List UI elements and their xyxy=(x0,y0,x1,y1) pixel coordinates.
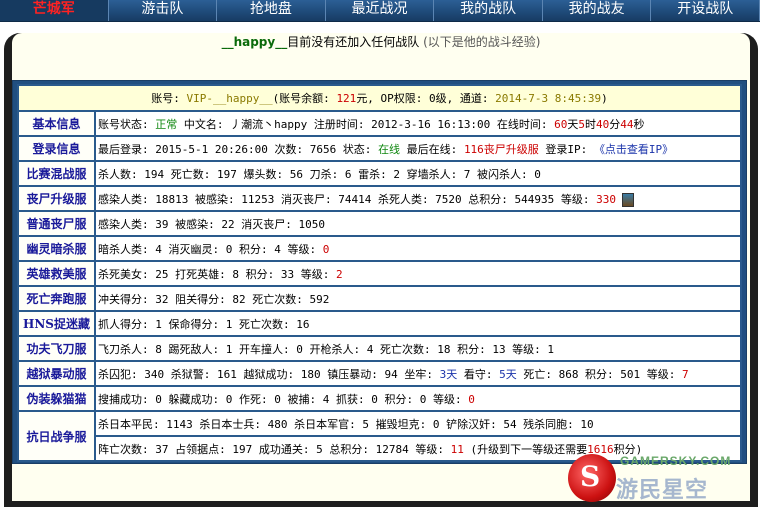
watermark-logo-letter: S xyxy=(580,460,601,493)
player-nick[interactable]: __happy__ xyxy=(222,35,288,49)
last-server: 116丧尸升级服 xyxy=(463,142,539,156)
table-row: 功夫飞刀服 飞刀杀人: 8 踢死敌人: 1 开车撞人: 0 开枪杀人: 4 死亡… xyxy=(19,337,740,360)
row-label-kungfu: 功夫飞刀服 xyxy=(19,337,94,360)
row-label-death: 死亡奔跑服 xyxy=(19,287,94,310)
war2-text-a: 阵亡次数: 37 占领据点: 197 成功通关: 5 总积分: 12784 等级… xyxy=(98,442,451,456)
login-text-c: 登录IP: xyxy=(538,142,594,156)
jail-text-c: 死亡: 868 积分: 501 等级: xyxy=(516,367,683,381)
account-vip: VIP-__happy__ xyxy=(186,92,273,105)
rank-avatar-icon xyxy=(622,192,635,207)
table-row: HNS捉迷藏 抓人得分: 1 保命得分: 1 死亡次数: 16 xyxy=(19,312,740,335)
account-cell: 账号: VIP-__happy__(账号余额: 121元, OP权限: 0级, … xyxy=(19,86,740,110)
online-days: 60 xyxy=(554,117,568,131)
balance-prefix: (账号余额: xyxy=(272,92,337,105)
table-row: 越狱暴动服 杀囚犯: 340 杀狱警: 161 越狱成功: 180 镇压暴动: … xyxy=(19,362,740,385)
table-row: 丧尸升级服 感染人类: 18813 被感染: 11253 消灭丧尸: 74414… xyxy=(19,187,740,210)
headline-note: (以下是他的战斗经验) xyxy=(423,35,541,49)
hero-text: 杀死美女: 25 打死英雄: 8 积分: 33 等级: xyxy=(98,267,336,281)
table-row: 比赛混战服 杀人数: 194 死亡数: 197 爆头数: 56 刀杀: 6 雷杀… xyxy=(19,162,740,185)
view-ip-link[interactable]: 《点击查看IP》 xyxy=(594,143,673,156)
nav-item-guerrilla[interactable]: 游击队 xyxy=(109,0,218,21)
balance-suffix: 元, OP权限: 0级, 通道: xyxy=(356,92,496,105)
row-label-zombie: 丧尸升级服 xyxy=(19,187,94,210)
zombie-text: 感染人类: 18813 被感染: 11253 消灭丧尸: 74414 杀死人类:… xyxy=(98,192,597,206)
watermark-name: 游民星空 xyxy=(616,478,709,503)
account-prefix: 账号: xyxy=(151,92,187,105)
cat-text: 搜捕成功: 0 躲藏成功: 0 作死: 0 被捕: 4 抓获: 0 积分: 0 … xyxy=(98,392,469,406)
row-value-hero: 杀死美女: 25 打死英雄: 8 积分: 33 等级: 2 xyxy=(96,262,740,285)
jail-text-b: 看守: xyxy=(457,367,500,381)
row-label-cat: 伪装躲猫猫 xyxy=(19,387,94,410)
stats-table: 账号: VIP-__happy__(账号余额: 121元, OP权限: 0级, … xyxy=(17,84,742,462)
online-minutes: 40 xyxy=(596,117,610,131)
row-value-ghost: 暗杀人类: 4 消灭幽灵: 0 积分: 4 等级: 0 xyxy=(96,237,740,260)
row-value-normal-zombie: 感染人类: 39 被感染: 22 消灭丧尸: 1050 xyxy=(96,212,740,235)
row-label-war: 抗日战争服 xyxy=(19,412,94,460)
top-nav: 芒城军 游击队 抢地盘 最近战况 我的战队 我的战友 开设战队 xyxy=(0,0,760,22)
headline-text: 目前没有还加入任何战队 xyxy=(287,35,420,49)
basic-text-a: 账号状态: xyxy=(98,117,156,131)
guard-days: 5天 xyxy=(499,367,517,381)
nav-item-territory[interactable]: 抢地盘 xyxy=(217,0,326,21)
jail-level: 7 xyxy=(682,367,689,381)
table-row: 抗日战争服 杀日本平民: 1143 杀日本士兵: 480 杀日本军官: 5 摧毁… xyxy=(19,412,740,460)
hero-level: 2 xyxy=(335,267,343,281)
online-seconds-unit: 秒 xyxy=(633,117,645,131)
row-value-kungfu: 飞刀杀人: 8 踢死敌人: 1 开车撞人: 0 开枪杀人: 4 死亡次数: 18… xyxy=(96,337,740,360)
row-value-login: 最后登录: 2015-5-1 20:26:00 次数: 7656 状态: 在线 … xyxy=(96,137,740,160)
row-value-hns: 抓人得分: 1 保命得分: 1 死亡次数: 16 xyxy=(96,312,740,335)
row-label-normal-zombie: 普通丧尸服 xyxy=(19,212,94,235)
jail-days: 3天 xyxy=(439,367,458,381)
row-label-jail: 越狱暴动服 xyxy=(19,362,94,385)
row-value-jail: 杀囚犯: 340 杀狱警: 161 越狱成功: 180 镇压暴动: 94 坐牢:… xyxy=(96,362,740,385)
nav-item-create-team[interactable]: 开设战队 xyxy=(651,0,760,21)
table-row: 基本信息 账号状态: 正常 中文名: 丿潮流丶happy 注册时间: 2012-… xyxy=(19,112,740,135)
nav-item-recent-battles[interactable]: 最近战况 xyxy=(326,0,435,21)
basic-text-b: 中文名: 丿潮流丶happy 注册时间: 2012-3-16 16:13:00 … xyxy=(177,117,555,131)
account-balance: 121 xyxy=(336,92,357,105)
table-row: 登录信息 最后登录: 2015-5-1 20:26:00 次数: 7656 状态… xyxy=(19,137,740,160)
ghost-level: 0 xyxy=(322,242,330,256)
war-level: 11 xyxy=(450,442,464,456)
ghost-text: 暗杀人类: 4 消灭幽灵: 0 积分: 4 等级: xyxy=(98,242,323,256)
cat-level: 0 xyxy=(468,392,475,406)
row-label-ghost: 幽灵暗杀服 xyxy=(19,237,94,260)
table-row: 英雄救美服 杀死美女: 25 打死英雄: 8 积分: 33 等级: 2 xyxy=(19,262,740,285)
table-row: 幽灵暗杀服 暗杀人类: 4 消灭幽灵: 0 积分: 4 等级: 0 xyxy=(19,237,740,260)
row-label-login: 登录信息 xyxy=(19,137,94,160)
table-row: 伪装躲猫猫 搜捕成功: 0 躲藏成功: 0 作死: 0 被捕: 4 抓获: 0 … xyxy=(19,387,740,410)
row-label-hns: HNS捉迷藏 xyxy=(19,312,94,335)
online-seconds: 44 xyxy=(620,117,634,131)
jail-text-a: 杀囚犯: 340 杀狱警: 161 越狱成功: 180 镇压暴动: 94 坐牢: xyxy=(98,367,440,381)
online-minutes-unit: 分 xyxy=(609,117,621,131)
login-text-b: 最后在线: xyxy=(400,142,464,156)
row-label-mix: 比赛混战服 xyxy=(19,162,94,185)
table-row: 死亡奔跑服 冲关得分: 32 阻关得分: 82 死亡次数: 592 xyxy=(19,287,740,310)
watermark-domain: GAMERSKY.COM xyxy=(620,454,732,468)
row-label-hero: 英雄救美服 xyxy=(19,262,94,285)
account-suffix: ) xyxy=(601,92,608,105)
account-date: 2014-7-3 8:45:39 xyxy=(495,92,602,105)
watermark-logo-icon: S xyxy=(568,454,616,502)
account-row: 账号: VIP-__happy__(账号余额: 121元, OP权限: 0级, … xyxy=(19,86,740,110)
zombie-level: 330 xyxy=(596,192,617,206)
nav-item-my-friends[interactable]: 我的战友 xyxy=(543,0,652,21)
row-value-zombie: 感染人类: 18813 被感染: 11253 消灭丧尸: 74414 杀死人类:… xyxy=(96,187,740,210)
row-value-war1: 杀日本平民: 1143 杀日本士兵: 480 杀日本军官: 5 摧毁坦克: 0 … xyxy=(96,412,740,435)
account-status: 正常 xyxy=(155,117,178,131)
nav-item-home[interactable]: 芒城军 xyxy=(0,0,109,21)
row-value-basic: 账号状态: 正常 中文名: 丿潮流丶happy 注册时间: 2012-3-16 … xyxy=(96,112,740,135)
online-days-unit: 天 xyxy=(567,117,579,131)
online-hours-unit: 时 xyxy=(585,117,597,131)
login-text-a: 最后登录: 2015-5-1 20:26:00 次数: 7656 状态: xyxy=(98,142,379,156)
row-value-death: 冲关得分: 32 阻关得分: 82 死亡次数: 592 xyxy=(96,287,740,310)
online-status: 在线 xyxy=(378,142,401,156)
row-value-mix: 杀人数: 194 死亡数: 197 爆头数: 56 刀杀: 6 雷杀: 2 穿墙… xyxy=(96,162,740,185)
page-headline: __happy__目前没有还加入任何战队 (以下是他的战斗经验) xyxy=(12,33,750,51)
site-watermark: S GAMERSKY.COM 游民星空 xyxy=(568,446,758,510)
row-value-cat: 搜捕成功: 0 躲藏成功: 0 作死: 0 被捕: 4 抓获: 0 积分: 0 … xyxy=(96,387,740,410)
row-label-basic: 基本信息 xyxy=(19,112,94,135)
nav-item-my-team[interactable]: 我的战队 xyxy=(434,0,543,21)
table-row: 普通丧尸服 感染人类: 39 被感染: 22 消灭丧尸: 1050 xyxy=(19,212,740,235)
